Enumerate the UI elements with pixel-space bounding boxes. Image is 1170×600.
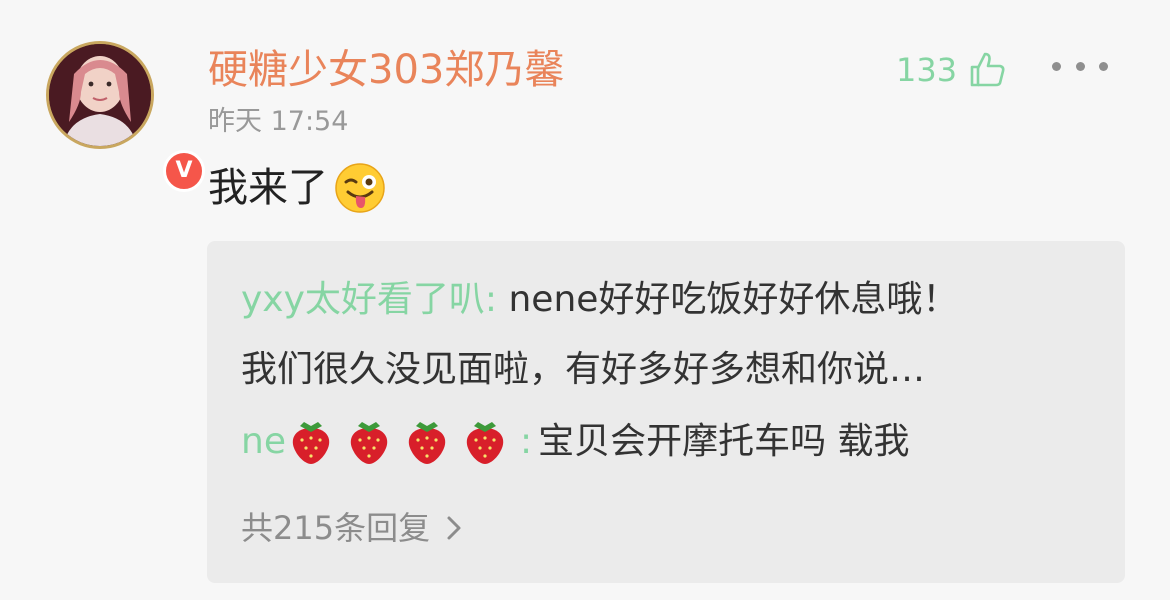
chevron-right-icon	[446, 515, 462, 541]
comment-body: 我来了	[208, 160, 386, 216]
strawberry-emoji	[408, 422, 446, 464]
reply-text: 宝贝会开摩托车吗 载我	[538, 421, 910, 462]
thumbs-up-icon[interactable]	[967, 50, 1007, 90]
reply-preview-box[interactable]: yxy太好看了叭: nene好好吃饭好好休息哦！ 我们很久没见面啦，有好多好多想…	[207, 241, 1125, 583]
avatar[interactable]	[46, 41, 154, 149]
strawberry-emoji	[350, 422, 388, 464]
reply-text: nene好好吃饭好好休息哦！	[497, 279, 959, 320]
username[interactable]: 硬糖少女303郑乃馨	[208, 42, 564, 98]
reply-text: 我们很久没见面啦，有好多好多想和你说…	[241, 349, 926, 390]
strawberry-emoji	[466, 422, 504, 464]
avatar-image	[49, 44, 151, 146]
like-count: 133	[896, 51, 958, 89]
reply-username[interactable]: yxy太好看了叭:	[241, 279, 497, 320]
verified-badge: V	[163, 150, 205, 192]
strawberry-emoji-group	[288, 418, 520, 466]
reply-item[interactable]: ne : 宝贝会开摩托车吗 载我	[241, 417, 910, 467]
reply-username[interactable]: ne	[241, 417, 286, 467]
view-all-replies-link[interactable]: 共215条回复	[241, 506, 462, 550]
timestamp: 昨天 17:54	[208, 106, 349, 137]
winking-tongue-emoji	[334, 162, 386, 214]
comment-text: 我来了	[208, 165, 328, 211]
more-options-icon[interactable]	[1052, 56, 1108, 76]
like-button[interactable]: 133	[896, 44, 1007, 96]
strawberry-emoji	[292, 422, 330, 464]
reply-item[interactable]: yxy太好看了叭: nene好好吃饭好好休息哦！	[241, 275, 958, 325]
view-all-replies-label: 共215条回复	[241, 509, 431, 547]
reply-colon: :	[519, 421, 533, 462]
avatar-container[interactable]: V	[46, 41, 205, 192]
reply-item-continuation[interactable]: 我们很久没见面啦，有好多好多想和你说…	[241, 345, 925, 395]
